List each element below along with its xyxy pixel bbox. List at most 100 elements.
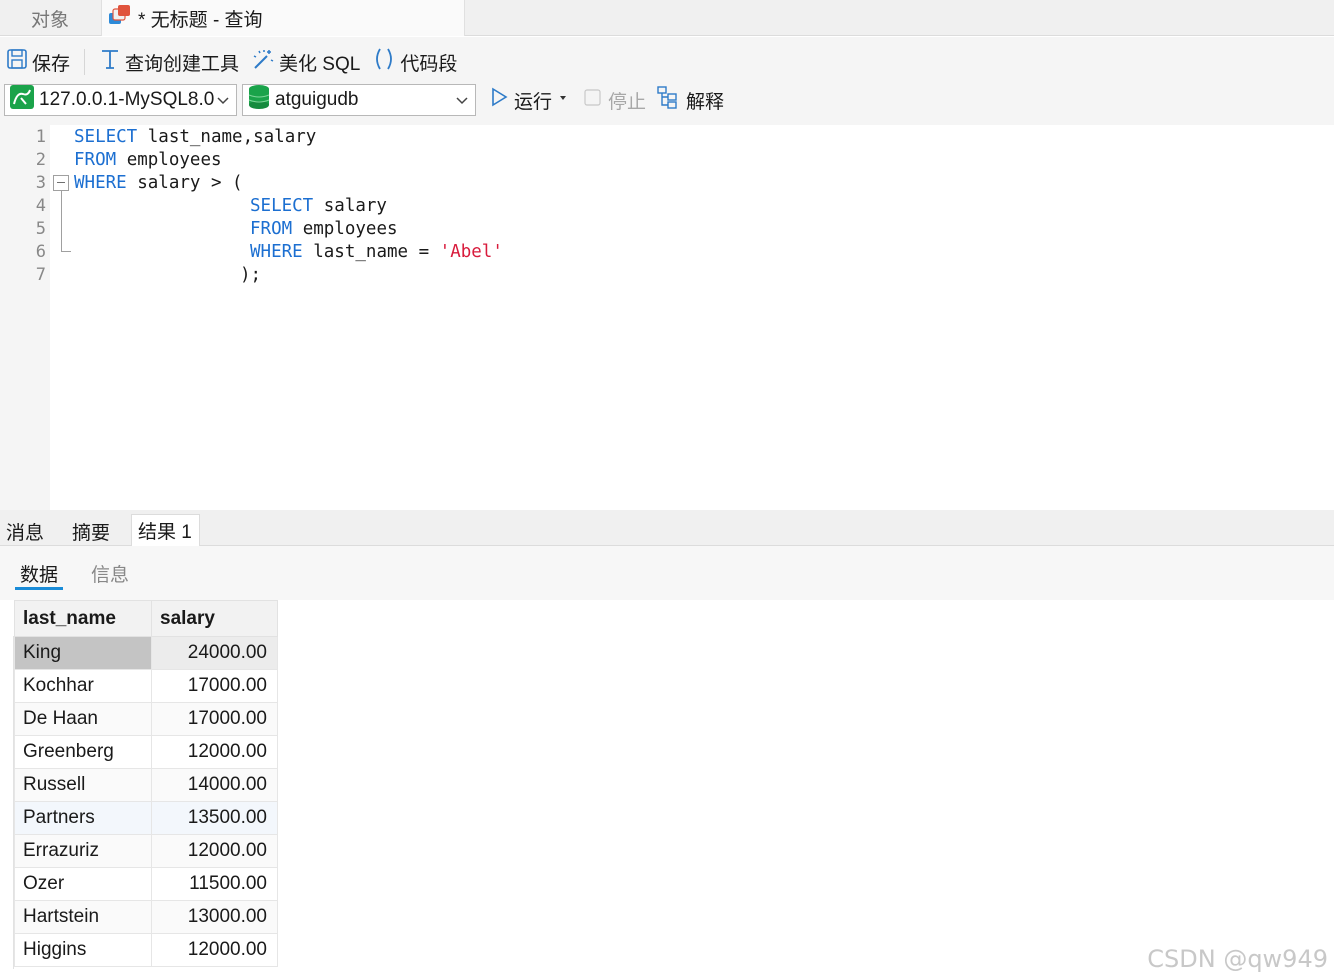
- cell-last-name[interactable]: Hartstein: [14, 900, 152, 934]
- cell-salary[interactable]: 17000.00: [151, 702, 278, 736]
- tab-messages[interactable]: 消息: [0, 516, 50, 546]
- database-select[interactable]: atguigudb: [242, 84, 476, 116]
- line-number: 5: [35, 219, 46, 239]
- run-button[interactable]: 运行: [488, 84, 570, 116]
- line-number: 3: [35, 173, 46, 193]
- connection-value: 127.0.0.1-MySQL8.0: [39, 89, 215, 110]
- cell-salary[interactable]: 13500.00: [151, 801, 278, 835]
- code-snippet-icon: [372, 47, 396, 77]
- active-subtab-indicator: [15, 587, 63, 590]
- watermark: CSDN @qw949: [1147, 945, 1328, 973]
- tab-summary[interactable]: 摘要: [66, 516, 116, 546]
- magic-wand-icon: [251, 48, 275, 76]
- cell-salary[interactable]: 13000.00: [151, 900, 278, 934]
- cell-salary[interactable]: 12000.00: [151, 933, 278, 967]
- code-line-5: FROM employees: [250, 218, 398, 241]
- sql-text: );: [240, 265, 262, 285]
- cell-last-name[interactable]: De Haan: [14, 702, 152, 736]
- database-value: atguigudb: [275, 89, 359, 110]
- play-icon: [488, 86, 510, 114]
- table-row[interactable]: Errazuriz 12000.00: [14, 834, 278, 868]
- code-line-6: WHERE last_name = 'Abel': [250, 241, 503, 264]
- sql-keyword: WHERE: [250, 242, 303, 262]
- result-grid: last_name salary King 24000.00 Kochhar 1…: [14, 600, 278, 967]
- cell-last-name[interactable]: Ozer: [14, 867, 152, 901]
- stop-button[interactable]: 停止: [582, 84, 646, 116]
- cell-salary[interactable]: 14000.00: [151, 768, 278, 802]
- sql-keyword: FROM: [250, 219, 293, 239]
- code-line-7: );: [240, 264, 261, 287]
- cell-salary[interactable]: 11500.00: [151, 867, 278, 901]
- fold-guide-end: [61, 251, 71, 252]
- result-tab-bar: 消息 摘要 结果 1: [0, 510, 1334, 546]
- explain-button[interactable]: 解释: [656, 84, 724, 116]
- caret-down-icon[interactable]: [556, 89, 570, 111]
- sql-text: salary > (: [126, 173, 243, 193]
- tab-result-1-label: 结果 1: [138, 522, 192, 543]
- code-line-2: FROM employees: [74, 149, 222, 172]
- toolbar: 保存 查询创建工具 美化 SQL 代码段 127.0.0.1-MySQL8.0 …: [0, 37, 1334, 125]
- result-sub-tabs: 数据 信息: [0, 546, 1334, 600]
- table-row[interactable]: King 24000.00: [14, 636, 278, 670]
- subtab-info[interactable]: 信息: [91, 560, 129, 587]
- query-builder-icon: [99, 48, 121, 76]
- explain-icon: [656, 85, 682, 115]
- connection-select[interactable]: 127.0.0.1-MySQL8.0: [4, 84, 237, 116]
- cell-salary[interactable]: 17000.00: [151, 669, 278, 703]
- cell-salary[interactable]: 12000.00: [151, 735, 278, 769]
- table-row[interactable]: Hartstein 13000.00: [14, 900, 278, 934]
- sql-editor[interactable]: 1 2 3 4 5 6 7 SELECT last_name,salary FR…: [0, 125, 1334, 510]
- cell-last-name[interactable]: Errazuriz: [14, 834, 152, 868]
- table-row[interactable]: Ozer 11500.00: [14, 867, 278, 901]
- tab-query-label: * 无标题 - 查询: [138, 9, 263, 31]
- column-header-salary[interactable]: salary: [151, 600, 278, 637]
- line-number: 7: [35, 265, 46, 285]
- cell-last-name[interactable]: Russell: [14, 768, 152, 802]
- line-number: 6: [35, 242, 46, 262]
- subtab-data[interactable]: 数据: [20, 560, 58, 587]
- column-header-last-name[interactable]: last_name: [14, 600, 152, 637]
- sql-keyword: WHERE: [74, 173, 127, 193]
- tab-query[interactable]: * 无标题 - 查询: [101, 0, 465, 36]
- query-tab-icon: [108, 4, 132, 32]
- tab-result-1[interactable]: 结果 1: [131, 514, 200, 546]
- tab-objects[interactable]: 对象: [0, 0, 100, 36]
- sql-keyword: FROM: [74, 150, 117, 170]
- table-row[interactable]: Russell 14000.00: [14, 768, 278, 802]
- sql-text: last_name =: [302, 242, 440, 262]
- fold-guide: [61, 191, 62, 251]
- beautify-sql-button[interactable]: 美化 SQL: [245, 47, 366, 77]
- save-button[interactable]: 保存: [0, 47, 76, 77]
- table-row[interactable]: Higgins 12000.00: [14, 933, 278, 967]
- tab-bar: 对象 * 无标题 - 查询: [0, 0, 1334, 36]
- sql-keyword: SELECT: [250, 196, 314, 216]
- save-icon: [6, 48, 28, 76]
- query-builder-label: 查询创建工具: [125, 53, 240, 75]
- sql-text: salary: [313, 196, 387, 216]
- cell-last-name[interactable]: Greenberg: [14, 735, 152, 769]
- cell-last-name[interactable]: Partners: [14, 801, 152, 835]
- cell-last-name[interactable]: Higgins: [14, 933, 152, 967]
- line-number: 2: [35, 150, 46, 170]
- cell-last-name[interactable]: King: [14, 636, 152, 670]
- fold-toggle[interactable]: [53, 175, 69, 191]
- mysql-connection-icon: [9, 84, 35, 116]
- cell-salary[interactable]: 24000.00: [151, 636, 278, 670]
- sql-text: employees: [292, 219, 398, 239]
- chevron-down-icon: [216, 92, 230, 114]
- cell-last-name[interactable]: Kochhar: [14, 669, 152, 703]
- table-row[interactable]: Kochhar 17000.00: [14, 669, 278, 703]
- table-row[interactable]: De Haan 17000.00: [14, 702, 278, 736]
- row-selector-gutter: [0, 636, 14, 969]
- table-row[interactable]: Greenberg 12000.00: [14, 735, 278, 769]
- query-builder-button[interactable]: 查询创建工具: [93, 47, 245, 77]
- cell-salary[interactable]: 12000.00: [151, 834, 278, 868]
- code-snippet-label: 代码段: [400, 53, 458, 75]
- tab-summary-label: 摘要: [72, 522, 111, 544]
- line-number: 1: [35, 127, 46, 147]
- toolbar-separator: [84, 49, 86, 75]
- code-snippet-button[interactable]: 代码段: [366, 47, 463, 77]
- tab-objects-label: 对象: [30, 9, 69, 31]
- beautify-sql-label: 美化 SQL: [279, 53, 361, 75]
- table-row[interactable]: Partners 13500.00: [14, 801, 278, 835]
